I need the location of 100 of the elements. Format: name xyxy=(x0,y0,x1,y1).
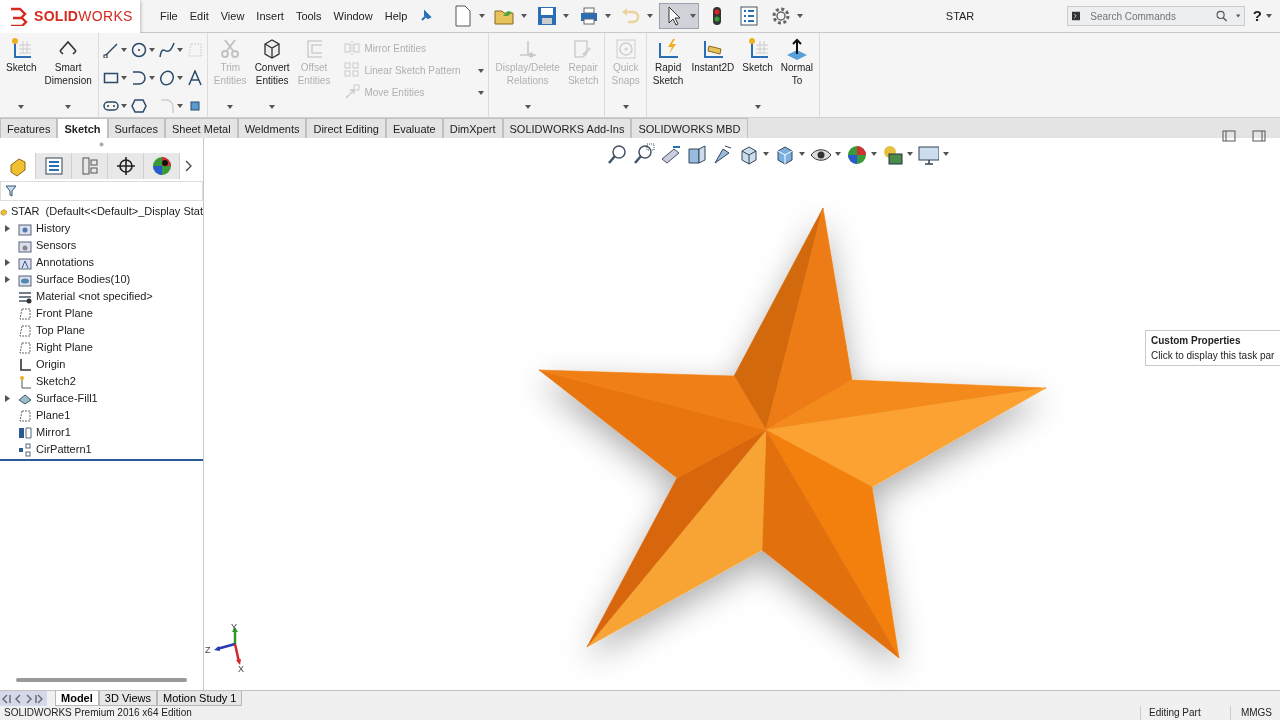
spline-icon[interactable] xyxy=(158,42,175,58)
navigation-arrow-icon[interactable] xyxy=(35,693,45,704)
scrollbar-thumb[interactable] xyxy=(16,678,187,682)
tree-item[interactable]: Annotations xyxy=(36,254,95,271)
material-icon xyxy=(18,289,32,304)
chevron-right-icon[interactable] xyxy=(184,160,192,172)
window-pane-icon[interactable] xyxy=(1252,130,1266,142)
search-icon[interactable] xyxy=(1216,8,1228,24)
menu-item[interactable]: View xyxy=(216,5,249,27)
view-tab[interactable]: Model xyxy=(55,691,99,706)
scene-icon[interactable] xyxy=(881,143,903,165)
status-text: MMGS xyxy=(1230,706,1280,720)
caret-icon xyxy=(563,14,570,18)
command-tab[interactable]: Sheet Metal xyxy=(164,118,238,138)
command-tab[interactable]: Surfaces xyxy=(107,118,165,138)
search-box[interactable]: Search Commands xyxy=(1066,6,1245,26)
tree-item[interactable]: Surface Bodies(10) xyxy=(36,271,131,288)
view-tab[interactable]: Motion Study 1 xyxy=(157,691,243,706)
caret-icon xyxy=(622,105,629,110)
expand-arrow-icon[interactable] xyxy=(4,259,10,266)
sketch-icon xyxy=(18,374,32,389)
filter-icon[interactable] xyxy=(5,185,17,197)
expand-arrow-icon[interactable] xyxy=(4,225,10,232)
hexagon-icon[interactable] xyxy=(130,98,147,114)
caret-icon xyxy=(227,105,234,110)
appearance-sphere-icon[interactable] xyxy=(845,143,867,165)
splitter-handle[interactable] xyxy=(99,142,104,147)
logo-text: SOLIDWORKS xyxy=(34,6,133,26)
menu-item[interactable]: Edit xyxy=(185,5,213,27)
tree-item[interactable]: Surface-Fill1 xyxy=(36,390,98,407)
previous-view-icon[interactable] xyxy=(659,143,681,165)
command-tab[interactable]: Sketch xyxy=(57,118,108,138)
menu-item[interactable]: Help xyxy=(380,5,412,27)
help-button[interactable]: ? xyxy=(1252,4,1262,28)
ellipse-icon[interactable] xyxy=(158,70,175,86)
caret-icon xyxy=(871,152,877,156)
caret-icon xyxy=(65,105,72,110)
tool-button[interactable]: Rapid Sketch xyxy=(650,37,686,115)
menu-item[interactable]: Window xyxy=(329,5,377,27)
caret-icon xyxy=(690,14,697,18)
menu-item[interactable]: Tools xyxy=(291,5,326,27)
zoom-area-icon[interactable] xyxy=(633,143,655,165)
tool-button[interactable]: Convert Entities xyxy=(252,37,292,115)
tool-button[interactable] xyxy=(130,68,155,88)
menu-item[interactable]: File xyxy=(156,5,182,27)
zoom-fit-icon[interactable] xyxy=(607,143,629,165)
property-list-icon[interactable] xyxy=(42,155,65,177)
tree-item[interactable]: CirPattern1 xyxy=(36,441,92,458)
tree-item[interactable]: History xyxy=(36,220,71,237)
color-sphere-icon[interactable] xyxy=(150,155,173,177)
command-tab[interactable]: Direct Editing xyxy=(306,118,386,138)
expand-arrow-icon[interactable] xyxy=(4,395,10,402)
tool-button[interactable] xyxy=(102,40,127,60)
menu-item[interactable]: Insert xyxy=(252,5,288,27)
toolbar-button[interactable] xyxy=(659,3,700,29)
tree-item[interactable]: Plane1 xyxy=(36,407,71,424)
caret-icon xyxy=(605,14,612,18)
caret-icon xyxy=(524,105,531,110)
search-field[interactable]: Search Commands xyxy=(1088,7,1209,25)
command-tab[interactable]: SOLIDWORKS MBD xyxy=(631,118,748,138)
tree-item[interactable]: Front Plane xyxy=(36,305,93,322)
window-pane-icon[interactable] xyxy=(1222,130,1236,142)
tool-button[interactable]: Instant2D xyxy=(689,37,737,115)
tree-item[interactable]: Sketch2 xyxy=(36,373,76,390)
circle-icon[interactable] xyxy=(130,42,147,58)
caret-icon xyxy=(521,14,528,18)
crosshair-icon[interactable] xyxy=(114,155,137,177)
tree-item[interactable]: Mirror1 xyxy=(36,424,71,441)
tool-button[interactable] xyxy=(158,40,183,60)
tool-button[interactable]: Normal To xyxy=(778,37,816,115)
monitor-icon[interactable] xyxy=(917,143,939,165)
caret-icon xyxy=(478,90,485,95)
tool-button[interactable]: Smart Dimension xyxy=(42,37,94,115)
pin-icon[interactable] xyxy=(419,9,434,23)
tree-item[interactable]: Sensors xyxy=(36,237,77,254)
pattern-icon xyxy=(344,62,361,78)
tool-button[interactable]: Sketch xyxy=(740,37,775,115)
command-tab[interactable]: DimXpert xyxy=(442,118,503,138)
folder-icon xyxy=(18,221,32,236)
tool-button[interactable] xyxy=(130,40,155,60)
tool-button[interactable]: Sketch xyxy=(4,37,39,115)
view-tab[interactable]: 3D Views xyxy=(98,691,158,706)
tree-item[interactable]: Right Plane xyxy=(36,339,93,356)
section-view-icon[interactable] xyxy=(685,143,707,165)
slot-icon[interactable] xyxy=(102,98,119,114)
command-tab[interactable]: Evaluate xyxy=(385,118,443,138)
line-icon[interactable] xyxy=(102,42,119,58)
tree-item[interactable]: STAR (Default<<Default>_Display Stat xyxy=(10,203,203,220)
tree-item[interactable]: Origin xyxy=(36,356,66,373)
command-tab[interactable]: SOLIDWORKS Add-Ins xyxy=(502,118,632,138)
tool-button[interactable] xyxy=(158,68,183,88)
rectangle-icon[interactable] xyxy=(102,70,119,86)
command-tab[interactable]: Features xyxy=(0,118,58,138)
tree-item[interactable]: Material <not specified> xyxy=(36,288,153,305)
expand-arrow-icon[interactable] xyxy=(4,276,10,283)
tree-item[interactable]: Top Plane xyxy=(36,322,85,339)
arc-icon[interactable] xyxy=(130,70,147,86)
navigation-arrow-icon[interactable] xyxy=(2,693,12,704)
command-tab[interactable]: Weldments xyxy=(237,118,307,138)
lightning-sketch-icon xyxy=(656,37,681,61)
